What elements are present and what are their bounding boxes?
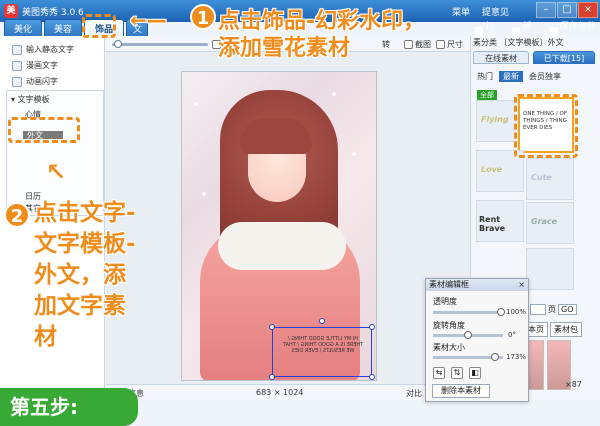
layer-icon[interactable]: ◧	[469, 367, 481, 379]
status-bar: 片信息 683 × 1024 对比	[106, 384, 470, 400]
delete-material-button[interactable]: 删除本素材	[432, 384, 490, 398]
snow-sparkle	[194, 102, 198, 106]
material-tile[interactable]	[526, 248, 574, 290]
photo-bangs	[240, 118, 312, 154]
material-editor-panel: 素材编辑框 × 透明度 100% 旋转角度 0° 素材大小 173% ⇆ ⇅ ◧…	[425, 278, 529, 402]
app-window: 美 美图秀秀 3.0.6 菜单 提意见 – □ × 美化 美容 饰品 文 打开 …	[0, 0, 600, 426]
rotate-label: 旋转角度	[433, 321, 465, 330]
text-watermark: HI MY LITTLE GOOD THING / THERE IS A GOO…	[282, 336, 364, 354]
subtab-latest[interactable]: 最新	[499, 71, 523, 82]
resize-handle[interactable]	[369, 374, 375, 380]
tab-downloaded[interactable]: 已下载[15]	[533, 51, 595, 64]
step2-text: 点击文字- 文字模板- 外文，添 加文字素 材	[34, 200, 136, 350]
arrow-left-icon: ←—	[130, 8, 167, 32]
zoom-slider-knob[interactable]	[114, 40, 122, 48]
animated-text-item[interactable]: 动画闪字	[12, 76, 58, 87]
size-button[interactable]: 尺寸	[436, 39, 463, 50]
editor-title: 素材编辑框	[426, 279, 528, 291]
material-pack-button[interactable]: 素材包	[550, 322, 582, 337]
material-tile[interactable]: Cute	[526, 158, 574, 200]
tab-online-materials[interactable]: 在线素材	[473, 51, 529, 64]
material-subtabs: 热门 最新 会员独享	[477, 71, 561, 82]
zoom-slider[interactable]	[112, 40, 208, 48]
opacity-label: 透明度	[433, 297, 457, 306]
compare-button[interactable]: 对比	[406, 388, 422, 399]
size-label: 素材大小	[433, 343, 465, 352]
resize-icon	[436, 40, 445, 49]
opacity-value: 100%	[506, 308, 527, 316]
text-a-icon	[12, 44, 22, 55]
step2-number: 2	[4, 202, 30, 228]
step-banner: 第五步:	[0, 388, 138, 426]
resize-handle[interactable]	[269, 324, 275, 330]
highlight-material-tile	[514, 94, 578, 158]
highlight-foreign-item	[8, 117, 80, 143]
thumbnail-count: ×87	[565, 380, 582, 389]
go-button[interactable]: GO	[558, 304, 577, 315]
rotate-handle[interactable]	[319, 318, 325, 324]
tree-root[interactable]: ▾ 文字模板	[11, 94, 50, 105]
subtab-vip[interactable]: 会员独享	[529, 71, 561, 82]
static-text-item[interactable]: 输入静态文字	[12, 44, 74, 55]
scissors-icon	[404, 40, 413, 49]
snow-sparkle	[202, 192, 206, 196]
snow-sparkle	[352, 152, 356, 156]
close-icon[interactable]: ×	[518, 280, 525, 289]
subtab-hot[interactable]: 热门	[477, 71, 493, 82]
category-select[interactable]: 〔文字模板〕外文	[500, 38, 564, 47]
resize-handle[interactable]	[369, 324, 375, 330]
sparkle-icon	[12, 76, 22, 87]
editor-icon-row: ⇆ ⇅ ◧	[433, 367, 481, 379]
all-badge[interactable]: 全部	[477, 90, 497, 100]
size-knob[interactable]	[491, 353, 499, 361]
step1-number: 1	[190, 4, 216, 30]
rotate-knob[interactable]	[464, 331, 472, 339]
material-tile[interactable]: Grace	[526, 202, 574, 244]
material-tile[interactable]: Rent Brave	[476, 200, 524, 242]
image-size: 683 × 1024	[256, 388, 304, 397]
highlight-accessories-tab	[82, 14, 116, 38]
arrow-up-icon: ↖	[46, 158, 67, 186]
flip-horizontal-icon[interactable]: ⇆	[433, 367, 445, 379]
photo-collar	[218, 222, 346, 270]
category-row: 素分类 〔文字模板〕外文	[473, 38, 564, 47]
rotate-slider[interactable]	[433, 331, 503, 339]
comic-text-item[interactable]: 漫画文字	[12, 60, 58, 71]
pack-buttons: 本页 素材包	[524, 322, 582, 337]
opacity-slider[interactable]	[433, 308, 505, 316]
rotate-button[interactable]: 转	[382, 39, 390, 50]
size-value: 173%	[506, 353, 527, 361]
text-material-selection[interactable]: HI MY LITTLE GOOD THING / THERE IS A GOO…	[269, 318, 375, 380]
size-slider[interactable]	[433, 353, 503, 361]
screenshot-button[interactable]: 截图	[404, 39, 431, 50]
snow-sparkle	[332, 92, 336, 96]
speech-bubble-icon	[12, 60, 22, 71]
flip-vertical-icon[interactable]: ⇅	[451, 367, 463, 379]
page-input[interactable]	[530, 304, 546, 315]
pager: 页 GO	[530, 304, 577, 315]
rotate-value: 0°	[508, 331, 516, 339]
step1-text-line2: 添加雪花素材	[218, 36, 351, 61]
opacity-knob[interactable]	[497, 308, 505, 316]
resize-handle[interactable]	[269, 374, 275, 380]
